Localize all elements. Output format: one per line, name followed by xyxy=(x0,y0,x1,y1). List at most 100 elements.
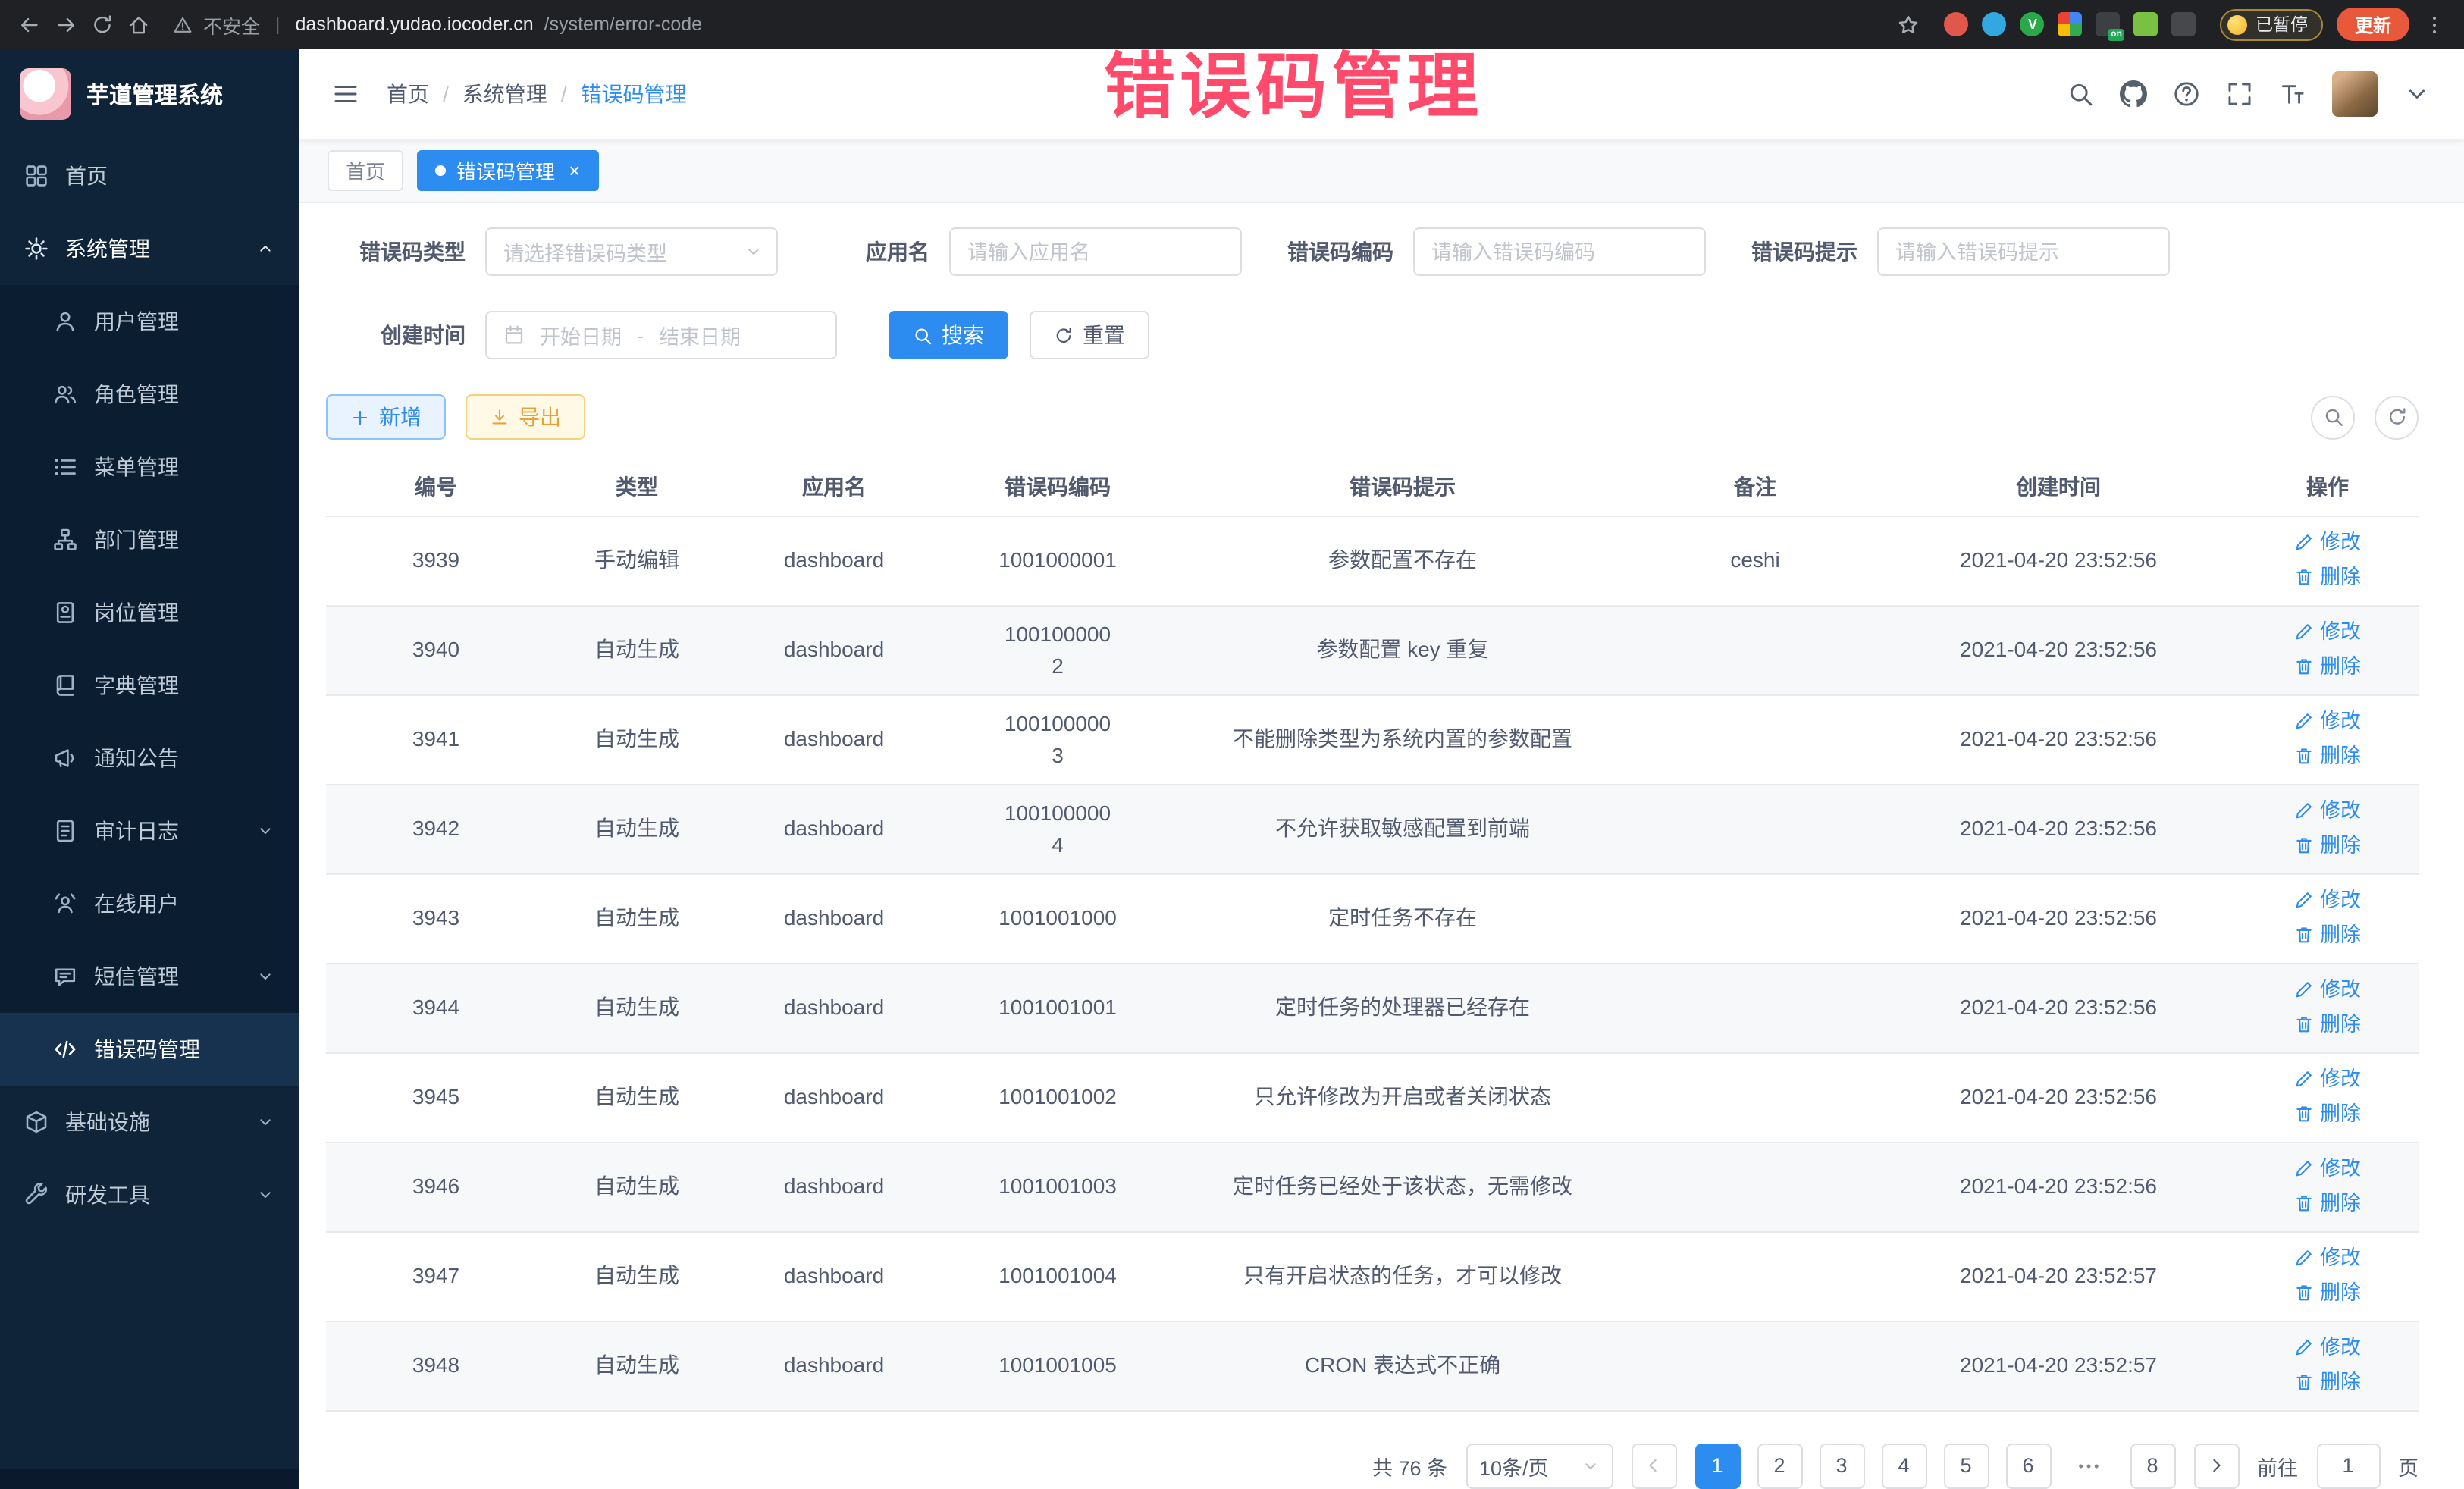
page-button-5[interactable]: 5 xyxy=(1943,1443,1989,1488)
address-bar[interactable]: 不安全 | dashboard.yudao.iocoder.cn/system/… xyxy=(173,10,1884,39)
sidebar-item-dashboard[interactable]: 首页 xyxy=(0,139,299,212)
delete-link[interactable]: 删除 xyxy=(2294,1186,2361,1218)
edit-link[interactable]: 修改 xyxy=(2294,704,2361,736)
sidebar-item-audit[interactable]: 审计日志 xyxy=(0,795,299,867)
extension-icon-5[interactable]: on xyxy=(2096,12,2121,36)
edit-link[interactable]: 修改 xyxy=(2294,615,2361,647)
edit-link[interactable]: 修改 xyxy=(2294,1241,2361,1273)
extension-icon-7[interactable] xyxy=(2172,12,2196,36)
sidebar-item-menu-list[interactable]: 菜单管理 xyxy=(0,431,299,503)
close-icon[interactable]: × xyxy=(569,161,580,180)
edit-link[interactable]: 修改 xyxy=(2294,525,2361,557)
edit-link[interactable]: 修改 xyxy=(2294,1152,2361,1183)
edit-link[interactable]: 修改 xyxy=(2294,1062,2361,1094)
create-time-range-picker[interactable]: 开始日期 - 结束日期 xyxy=(485,311,837,359)
browser-refresh-icon[interactable] xyxy=(91,13,114,36)
font-size-icon[interactable] xyxy=(2279,80,2306,108)
page-button-6[interactable]: 6 xyxy=(2005,1443,2051,1488)
app-name-input[interactable] xyxy=(949,227,1242,276)
paused-extension-chip[interactable]: 已暂停 xyxy=(2221,8,2323,40)
goto-page-input[interactable] xyxy=(2316,1443,2380,1488)
sidebar-item-org[interactable]: 部门管理 xyxy=(0,503,299,576)
cell-type: 自动生成 xyxy=(546,1142,728,1231)
cell-operations: 修改删除 xyxy=(2237,1142,2419,1231)
sidebar-item-user[interactable]: 用户管理 xyxy=(0,285,299,358)
edit-icon xyxy=(2294,1068,2314,1088)
sidebar-item-gear[interactable]: 系统管理 xyxy=(0,212,299,285)
sidebar-item-code[interactable]: 错误码管理 xyxy=(0,1013,299,1086)
search-button[interactable]: 搜索 xyxy=(889,311,1008,359)
delete-link[interactable]: 删除 xyxy=(2294,739,2361,771)
sidebar-item-badge[interactable]: 岗位管理 xyxy=(0,576,299,649)
chevron-down-icon xyxy=(256,1113,274,1131)
browser-home-icon[interactable] xyxy=(127,13,150,36)
edit-icon xyxy=(2294,710,2314,730)
sidebar-menu: 首页系统管理用户管理角色管理菜单管理部门管理岗位管理字典管理通知公告审计日志在线… xyxy=(0,139,299,1231)
help-icon[interactable] xyxy=(2173,80,2200,108)
error-code-input[interactable] xyxy=(1413,227,1706,276)
edit-link[interactable]: 修改 xyxy=(2294,794,2361,826)
breadcrumb-item-system[interactable]: 系统管理 xyxy=(462,79,547,109)
delete-link[interactable]: 删除 xyxy=(2294,918,2361,950)
page-size-select[interactable]: 10条/页 xyxy=(1466,1443,1613,1488)
add-button[interactable]: 新增 xyxy=(326,394,446,440)
next-page-button[interactable] xyxy=(2193,1443,2239,1488)
sidebar-item-online-user[interactable]: 在线用户 xyxy=(0,867,299,940)
page-ellipsis[interactable]: ••• xyxy=(2067,1443,2113,1488)
browser-update-button[interactable]: 更新 xyxy=(2337,8,2409,41)
page-button-4[interactable]: 4 xyxy=(1881,1443,1926,1488)
user-avatar[interactable] xyxy=(2332,71,2378,117)
table-search-button[interactable] xyxy=(2311,395,2355,439)
cell-code: 1001000001 xyxy=(940,516,1175,605)
cell-type: 自动生成 xyxy=(546,873,728,963)
extension-icon-6[interactable] xyxy=(2134,12,2158,36)
delete-link[interactable]: 删除 xyxy=(2294,1365,2361,1397)
delete-link[interactable]: 删除 xyxy=(2294,650,2361,682)
tab-home[interactable]: 首页 xyxy=(328,150,403,191)
edit-link[interactable]: 修改 xyxy=(2294,883,2361,915)
sidebar-item-tools[interactable]: 研发工具 xyxy=(0,1158,299,1231)
sidebar-item-infra[interactable]: 基础设施 xyxy=(0,1086,299,1158)
sidebar-item-users[interactable]: 角色管理 xyxy=(0,358,299,431)
extension-icon-3[interactable]: V xyxy=(2020,12,2045,36)
error-type-select[interactable]: 请选择错误码类型 xyxy=(485,227,778,276)
fullscreen-icon[interactable] xyxy=(2226,80,2253,108)
search-icon[interactable] xyxy=(2067,80,2094,108)
error-hint-input[interactable] xyxy=(1877,227,2170,276)
app-logo[interactable]: 芋道管理系统 xyxy=(0,49,299,139)
delete-link[interactable]: 删除 xyxy=(2294,1097,2361,1129)
prev-page-button[interactable] xyxy=(1631,1443,1676,1488)
collapse-menu-icon[interactable] xyxy=(332,80,359,108)
sidebar-item-sms[interactable]: 短信管理 xyxy=(0,940,299,1013)
sidebar-item-book[interactable]: 字典管理 xyxy=(0,649,299,722)
cell-app: dashboard xyxy=(728,1052,940,1142)
screen: 不安全 | dashboard.yudao.iocoder.cn/system/… xyxy=(0,0,2464,1489)
extension-icon-1[interactable] xyxy=(1945,12,1969,36)
browser-back-icon[interactable] xyxy=(18,13,41,36)
extension-icon-4[interactable] xyxy=(2058,12,2083,36)
cell-operations: 修改删除 xyxy=(2237,1052,2419,1142)
edit-link[interactable]: 修改 xyxy=(2294,973,2361,1005)
delete-link[interactable]: 删除 xyxy=(2294,1008,2361,1039)
extension-icon-2[interactable] xyxy=(1983,12,2007,36)
delete-link[interactable]: 删除 xyxy=(2294,1276,2361,1308)
page-button-1[interactable]: 1 xyxy=(1694,1443,1740,1488)
sidebar-item-announcement[interactable]: 通知公告 xyxy=(0,722,299,795)
page-button-8[interactable]: 8 xyxy=(2130,1443,2175,1488)
edit-link[interactable]: 修改 xyxy=(2294,1331,2361,1362)
page-button-3[interactable]: 3 xyxy=(1819,1443,1864,1488)
table-refresh-button[interactable] xyxy=(2375,395,2419,439)
github-icon[interactable] xyxy=(2120,80,2147,108)
delete-link[interactable]: 删除 xyxy=(2294,829,2361,860)
browser-menu-icon[interactable] xyxy=(2423,13,2446,36)
avatar-dropdown-icon[interactable] xyxy=(2403,80,2431,108)
tab-error-code[interactable]: 错误码管理 × xyxy=(417,150,598,191)
breadcrumb-item-home[interactable]: 首页 xyxy=(387,79,429,109)
browser-forward-icon[interactable] xyxy=(55,13,77,36)
bookmark-star-icon[interactable] xyxy=(1898,13,1920,36)
export-button[interactable]: 导出 xyxy=(466,394,585,440)
page-button-2[interactable]: 2 xyxy=(1757,1443,1802,1488)
delete-link[interactable]: 删除 xyxy=(2294,560,2361,592)
reset-button[interactable]: 重置 xyxy=(1030,311,1149,359)
column-header: 类型 xyxy=(546,458,728,516)
